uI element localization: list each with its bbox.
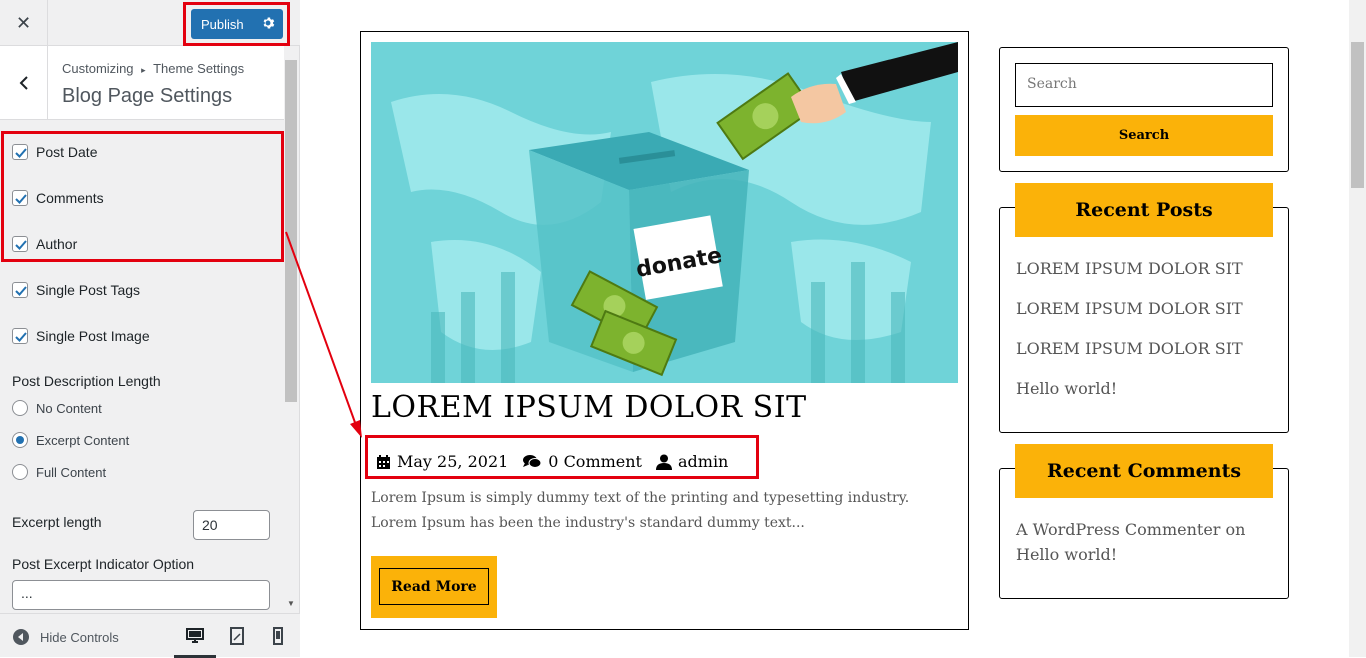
full-content-radio[interactable] bbox=[12, 464, 28, 480]
customizer-footer: Hide Controls bbox=[0, 613, 300, 658]
excerpt-length-input[interactable]: 20 bbox=[193, 510, 270, 540]
excerpt-content-option[interactable]: Excerpt Content bbox=[12, 432, 129, 448]
preview-scrollbar[interactable] bbox=[1349, 0, 1366, 657]
search-input[interactable]: Search bbox=[1015, 63, 1273, 107]
post-featured-image[interactable]: donate bbox=[371, 42, 958, 383]
close-icon: ✕ bbox=[15, 12, 32, 33]
recent-posts-widget bbox=[999, 207, 1289, 433]
recent-comment-item[interactable]: A WordPress Commenter on Hello world! bbox=[1016, 517, 1281, 567]
tablet-icon[interactable] bbox=[227, 626, 247, 646]
recent-post-link[interactable]: LOREM IPSUM DOLOR SIT bbox=[1016, 259, 1243, 278]
close-button[interactable]: ✕ bbox=[0, 0, 48, 46]
single-post-image-label: Single Post Image bbox=[36, 328, 150, 344]
recent-post-link[interactable]: LOREM IPSUM DOLOR SIT bbox=[1016, 299, 1243, 318]
desktop-icon[interactable] bbox=[185, 626, 205, 646]
options-highlight bbox=[1, 131, 284, 262]
meta-highlight bbox=[365, 435, 759, 479]
breadcrumb: Customizing ▸ Theme Settings bbox=[62, 61, 244, 76]
panel-scroll-thumb[interactable] bbox=[285, 60, 297, 402]
mobile-icon[interactable] bbox=[268, 626, 288, 646]
recent-post-link[interactable]: Hello world! bbox=[1016, 379, 1117, 398]
breadcrumb-root: Customizing bbox=[62, 61, 134, 76]
hide-controls-label: Hide Controls bbox=[40, 629, 119, 645]
breadcrumb-parent: Theme Settings bbox=[153, 61, 245, 76]
indicator-input[interactable]: ... bbox=[12, 580, 270, 610]
preview-scroll-thumb[interactable] bbox=[1351, 42, 1364, 188]
post-excerpt: Lorem Ipsum is simply dummy text of the … bbox=[371, 490, 910, 531]
section-title: Blog Page Settings bbox=[62, 85, 233, 107]
no-content-radio[interactable] bbox=[12, 400, 28, 416]
publish-highlight bbox=[183, 2, 290, 46]
donate-illustration: donate bbox=[371, 42, 958, 383]
checkmark-icon bbox=[15, 286, 27, 296]
recent-posts-title: Recent Posts bbox=[1015, 183, 1273, 237]
single-post-image-option[interactable]: Single Post Image bbox=[12, 328, 150, 344]
search-widget: Search Search bbox=[999, 47, 1289, 172]
section-header: Customizing ▸ Theme Settings Blog Page S… bbox=[0, 46, 284, 120]
recent-comments-title: Recent Comments bbox=[1015, 444, 1273, 498]
chevron-left-icon bbox=[19, 76, 28, 90]
checkmark-icon bbox=[15, 332, 27, 342]
breadcrumb-separator: ▸ bbox=[141, 65, 146, 75]
single-post-tags-checkbox[interactable] bbox=[12, 282, 28, 298]
read-more-button[interactable]: Read More bbox=[379, 568, 489, 605]
full-content-label: Full Content bbox=[36, 464, 107, 480]
single-post-tags-option[interactable]: Single Post Tags bbox=[12, 282, 140, 298]
panel-scrollbar[interactable]: ▼ bbox=[284, 60, 298, 608]
excerpt-content-label: Excerpt Content bbox=[36, 432, 130, 448]
back-button[interactable] bbox=[0, 46, 48, 120]
read-more-container: Read More bbox=[371, 556, 497, 618]
indicator-label: Post Excerpt Indicator Option bbox=[12, 556, 195, 572]
full-content-option[interactable]: Full Content bbox=[12, 464, 106, 480]
desc-length-label: Post Description Length bbox=[12, 373, 161, 389]
single-post-image-checkbox[interactable] bbox=[12, 328, 28, 344]
excerpt-length-label: Excerpt length bbox=[12, 514, 102, 530]
hide-controls-button[interactable]: Hide Controls bbox=[12, 628, 119, 646]
collapse-icon bbox=[13, 629, 29, 645]
no-content-option[interactable]: No Content bbox=[12, 400, 102, 416]
single-post-tags-label: Single Post Tags bbox=[36, 282, 141, 298]
customizer-panel: ✕ Publish Customizing ▸ Theme Settings B… bbox=[0, 0, 300, 658]
scroll-down-arrow[interactable]: ▼ bbox=[287, 599, 295, 608]
no-content-label: No Content bbox=[36, 400, 102, 416]
recent-post-link[interactable]: LOREM IPSUM DOLOR SIT bbox=[1016, 339, 1243, 358]
search-button[interactable]: Search bbox=[1015, 115, 1273, 156]
excerpt-content-radio[interactable] bbox=[12, 432, 28, 448]
post-title[interactable]: LOREM IPSUM DOLOR SIT bbox=[371, 390, 807, 425]
